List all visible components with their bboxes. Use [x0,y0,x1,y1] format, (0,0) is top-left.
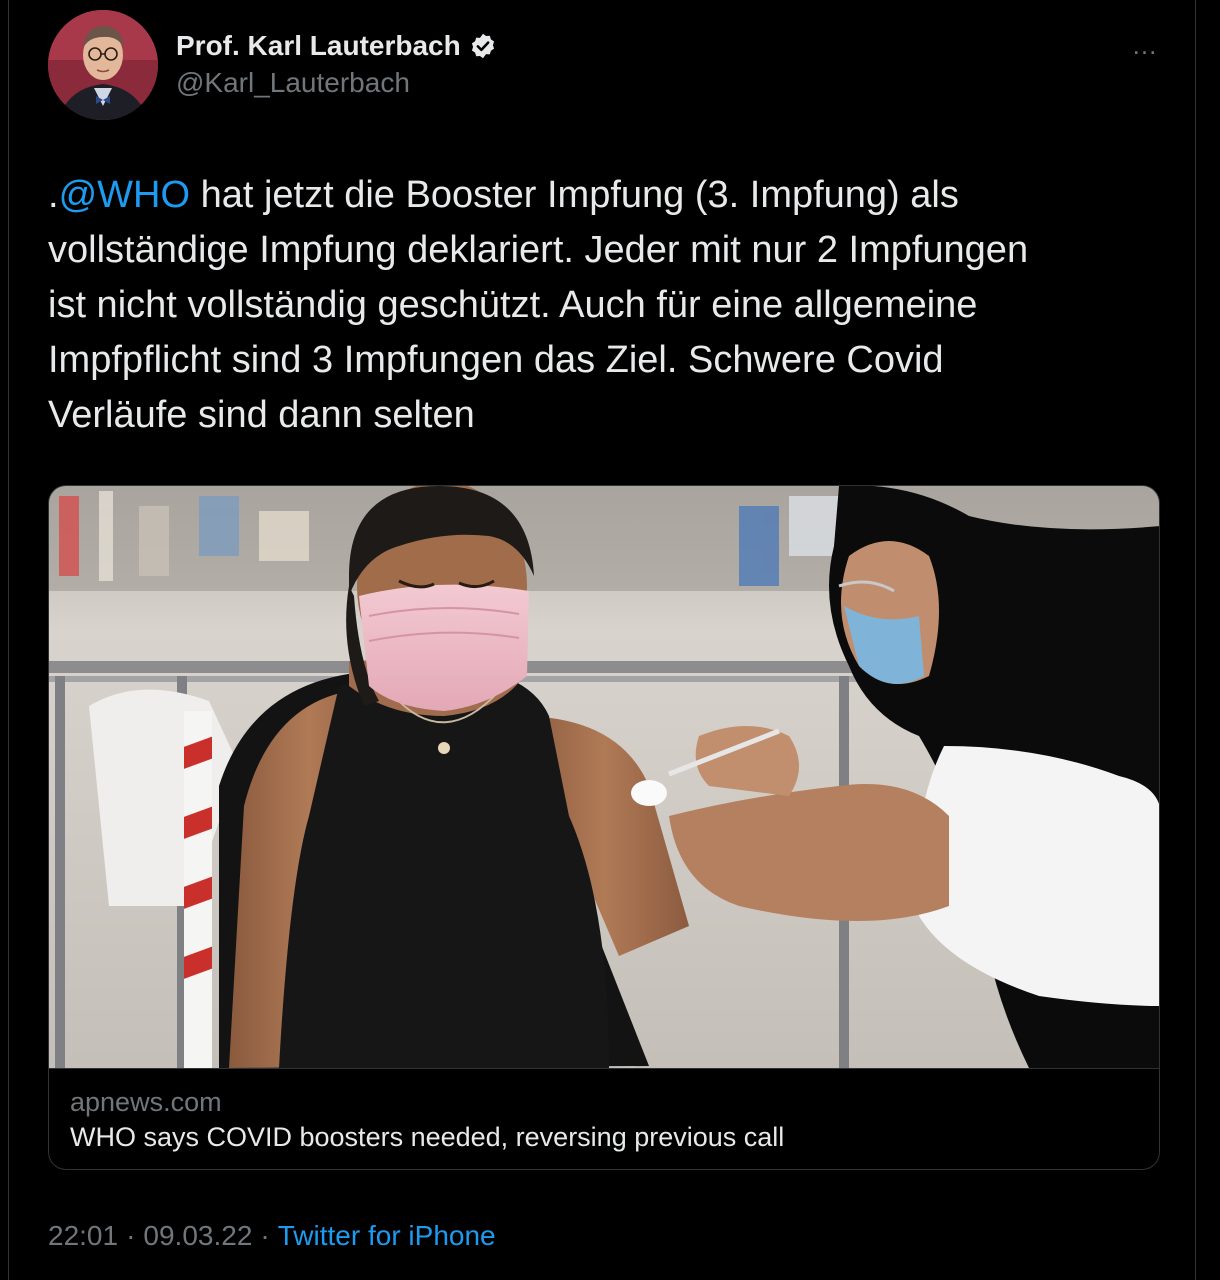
tweet-footer: 22:01 · 09.03.22 · Twitter for iPhone [48,1220,496,1252]
card-title[interactable]: WHO says COVID boosters needed, reversin… [70,1122,784,1153]
footer-separator: · [126,1220,136,1251]
tweet-text: .@WHO hat jetzt die Booster Impfung (3. … [48,168,1158,443]
tweet-time[interactable]: 22:01 [48,1220,118,1252]
author-display-name[interactable]: Prof. Karl Lauterbach [176,30,461,62]
card-domain: apnews.com [70,1087,222,1117]
avatar[interactable] [48,10,158,120]
author-handle[interactable]: @Karl_Lauterbach [176,67,410,99]
footer-separator: · [260,1220,270,1251]
verified-badge-icon [469,32,497,60]
tweet-text-body: hat jetzt die Booster Impfung (3. Impfun… [48,174,1029,436]
tweet-text-prefix: . [48,174,59,216]
card-meta[interactable]: apnews.com WHO says COVID boosters neede… [49,1068,1159,1169]
author-name-row[interactable]: Prof. Karl Lauterbach [176,28,497,64]
tweet-date[interactable]: 09.03.22 [143,1220,252,1252]
tweet-source-link[interactable]: Twitter for iPhone [278,1220,496,1252]
more-options-icon[interactable]: … [1126,30,1164,60]
link-card[interactable]: apnews.com WHO says COVID boosters neede… [48,485,1160,1170]
card-image[interactable] [49,486,1159,1068]
mention-link[interactable]: @WHO [59,174,190,216]
